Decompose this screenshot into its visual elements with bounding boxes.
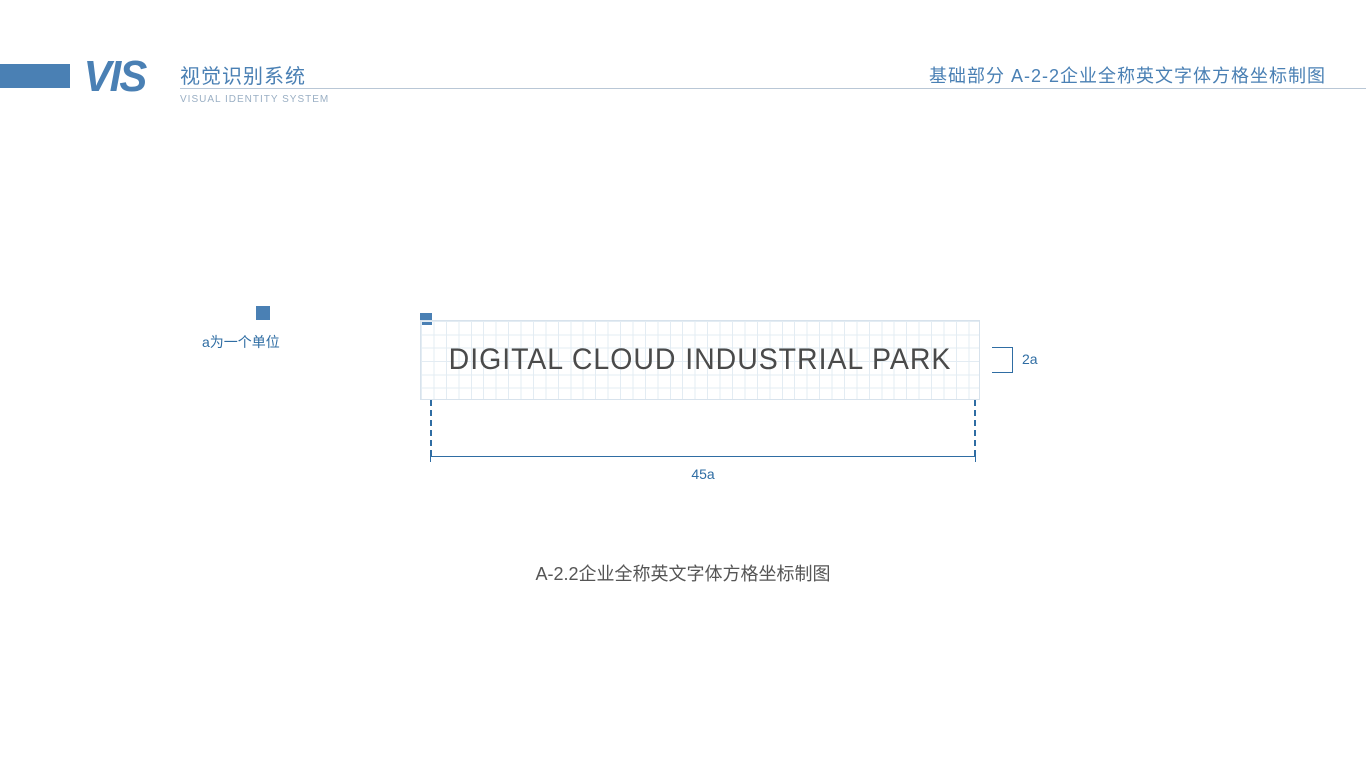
page-subtitle-en: VISUAL IDENTITY SYSTEM — [180, 94, 329, 105]
width-dimension-line — [430, 456, 976, 457]
width-guide-right — [974, 400, 976, 456]
width-dimension-label: 45a — [430, 466, 976, 482]
height-dimension-label: 2a — [1022, 351, 1038, 367]
company-wordmark-en: DIGITAL CLOUD INDUSTRIAL PARK — [434, 320, 966, 400]
page-title-cn: 视觉识别系统 — [180, 60, 306, 89]
width-guide-left — [430, 400, 432, 456]
unit-swatch-icon — [256, 306, 270, 320]
height-dimension: 2a — [992, 347, 1028, 373]
figure-caption: A-2.2企业全称英文字体方格坐标制图 — [0, 560, 1366, 586]
vis-manual-page: VIS 视觉识别系统 VISUAL IDENTITY SYSTEM 基础部分 A… — [0, 0, 1366, 768]
vis-logo: VIS — [84, 52, 146, 102]
accent-bar — [0, 64, 70, 88]
page-section-title: 基础部分 A-2-2企业全称英文字体方格坐标制图 — [929, 62, 1326, 88]
unit-legend-label: a为一个单位 — [202, 332, 280, 352]
header-divider — [180, 88, 1366, 89]
